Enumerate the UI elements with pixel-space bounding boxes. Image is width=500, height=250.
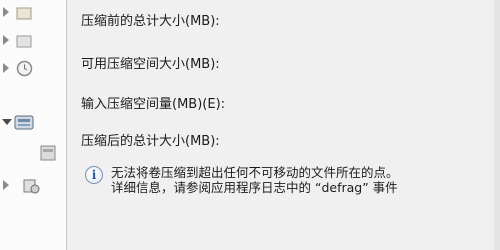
total-size-after-label: 压缩后的总计大小(MB): — [81, 134, 220, 149]
tree-node-1[interactable] — [0, 2, 66, 24]
disk-icon — [40, 144, 56, 161]
shrink-notice: i 无法将卷压缩到超出任何不可移动的文件所在的点。 详细信息，请参阅应用程序日志… — [85, 165, 500, 205]
expand-arrow-icon[interactable] — [3, 180, 9, 190]
navigation-tree — [0, 0, 66, 250]
total-size-before-label: 压缩前的总计大小(MB): — [81, 14, 220, 29]
tree-node-services[interactable] — [0, 175, 66, 197]
clock-icon — [16, 60, 33, 77]
shrink-volume-dialog: 压缩前的总计大小(MB): 可用压缩空间大小(MB): 输入压缩空间量(MB)(… — [66, 0, 500, 250]
tree-node-storage[interactable] — [0, 112, 66, 134]
info-icon: i — [85, 166, 103, 184]
shrink-amount-label: 输入压缩空间量(MB)(E): — [81, 97, 226, 112]
folder-icon — [16, 4, 32, 21]
notice-line-2: 详细信息，请参阅应用程序日志中的 “defrag” 事件 — [111, 180, 398, 195]
tree-node-2[interactable] — [0, 30, 66, 52]
expand-arrow-icon[interactable] — [3, 7, 9, 17]
folder-icon — [16, 32, 32, 49]
tree-node-3[interactable] — [0, 58, 66, 80]
services-icon — [22, 177, 40, 194]
storage-icon — [14, 114, 34, 131]
notice-text: 无法将卷压缩到超出任何不可移动的文件所在的点。 详细信息，请参阅应用程序日志中的… — [111, 165, 500, 195]
notice-line-1: 无法将卷压缩到超出任何不可移动的文件所在的点。 — [111, 165, 399, 180]
expand-arrow-icon[interactable] — [3, 35, 9, 45]
available-shrink-space-label: 可用压缩空间大小(MB): — [81, 57, 220, 72]
expand-arrow-icon[interactable] — [3, 63, 9, 73]
tree-node-disk[interactable] — [0, 142, 66, 164]
collapse-arrow-icon[interactable] — [2, 119, 12, 125]
dialog-right-edge — [494, 0, 500, 250]
